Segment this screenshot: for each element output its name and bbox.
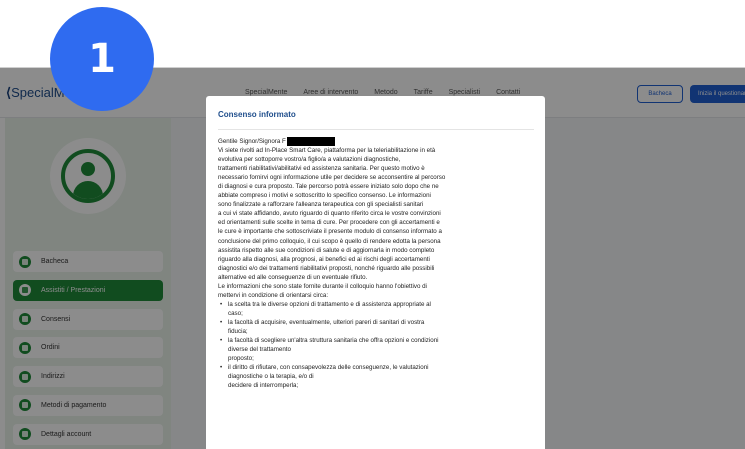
- paragraph-line: riguardo alla diagnosi, alla prognosi, a…: [218, 255, 430, 263]
- paragraph-line: Vi siete rivolti ad In-Place Smart Care,…: [218, 147, 436, 155]
- greeting-text: Gentile Signor/Signora F: [218, 138, 286, 145]
- paragraph-line: Le informazioni che sono state fornite d…: [218, 282, 427, 290]
- paragraph-line: necessario fornirvi ogni informazione ut…: [218, 174, 446, 182]
- paragraph-line: conclusione del primo colloquio, il cui …: [218, 237, 441, 245]
- step-number-badge: 1: [50, 7, 154, 111]
- app-window: ⟨SpecialMen SpecialMente Aree di interve…: [0, 67, 745, 449]
- paragraph-line: abbiate compreso i motivi e sottoscritto…: [218, 192, 431, 200]
- paragraph-line: di diagnosi e cura proposto. Tale percor…: [218, 183, 439, 191]
- bullet-continuation: decidere di interromperla;: [228, 382, 299, 390]
- paragraph-line: evolutiva per sottoporre vostro/a figlio…: [218, 156, 401, 164]
- modal-body[interactable]: Gentile Signor/Signora F Vi siete rivolt…: [218, 137, 538, 390]
- paragraph-line: assistita rispetto alle sue condizioni d…: [218, 246, 435, 254]
- paragraph-line: le cure è importante che sottoscriviate …: [218, 228, 442, 236]
- greeting-line: Gentile Signor/Signora F: [218, 137, 538, 146]
- paragraph-line: diagnostici e/o dei trattamenti riabilit…: [218, 264, 435, 272]
- bullet-item: la scelta tra le diverse opzioni di trat…: [218, 300, 538, 309]
- paragraph-line: mettervi in condizione di orientarsi cir…: [218, 291, 329, 299]
- modal-title: Consenso informato: [218, 110, 296, 119]
- bullet-continuation: proposto;: [228, 355, 254, 363]
- paragraph-line: ed orientamenti sulle scelte in tema di …: [218, 219, 440, 227]
- bullet-continuation: diverse del trattamento: [228, 346, 291, 354]
- paragraph-line: sono finalizzate a rafforzare l'alleanza…: [218, 201, 424, 209]
- bullet-item: la facoltà di scegliere un'altra struttu…: [218, 336, 538, 345]
- modal-divider: [218, 129, 534, 130]
- paragraph-line: a cui vi state affidando, avuto riguardo…: [218, 210, 441, 218]
- bullet-continuation: caso;: [228, 309, 243, 317]
- redacted-name: [286, 137, 335, 146]
- paragraph-line: trattamenti riabilitativi/abilitativi ed…: [218, 165, 425, 173]
- bullet-item: la facoltà di acquisire, eventualmente, …: [218, 318, 538, 327]
- consent-modal: Consenso informato Gentile Signor/Signor…: [206, 96, 545, 449]
- bullet-continuation: diagnostiche o la terapia, e/o di: [228, 373, 314, 381]
- paragraph-line: alternative ed alle conseguenze di un ev…: [218, 273, 368, 281]
- bullet-item: il diritto di rifiutare, con consapevole…: [218, 363, 538, 372]
- bullet-continuation: fiducia;: [228, 327, 248, 335]
